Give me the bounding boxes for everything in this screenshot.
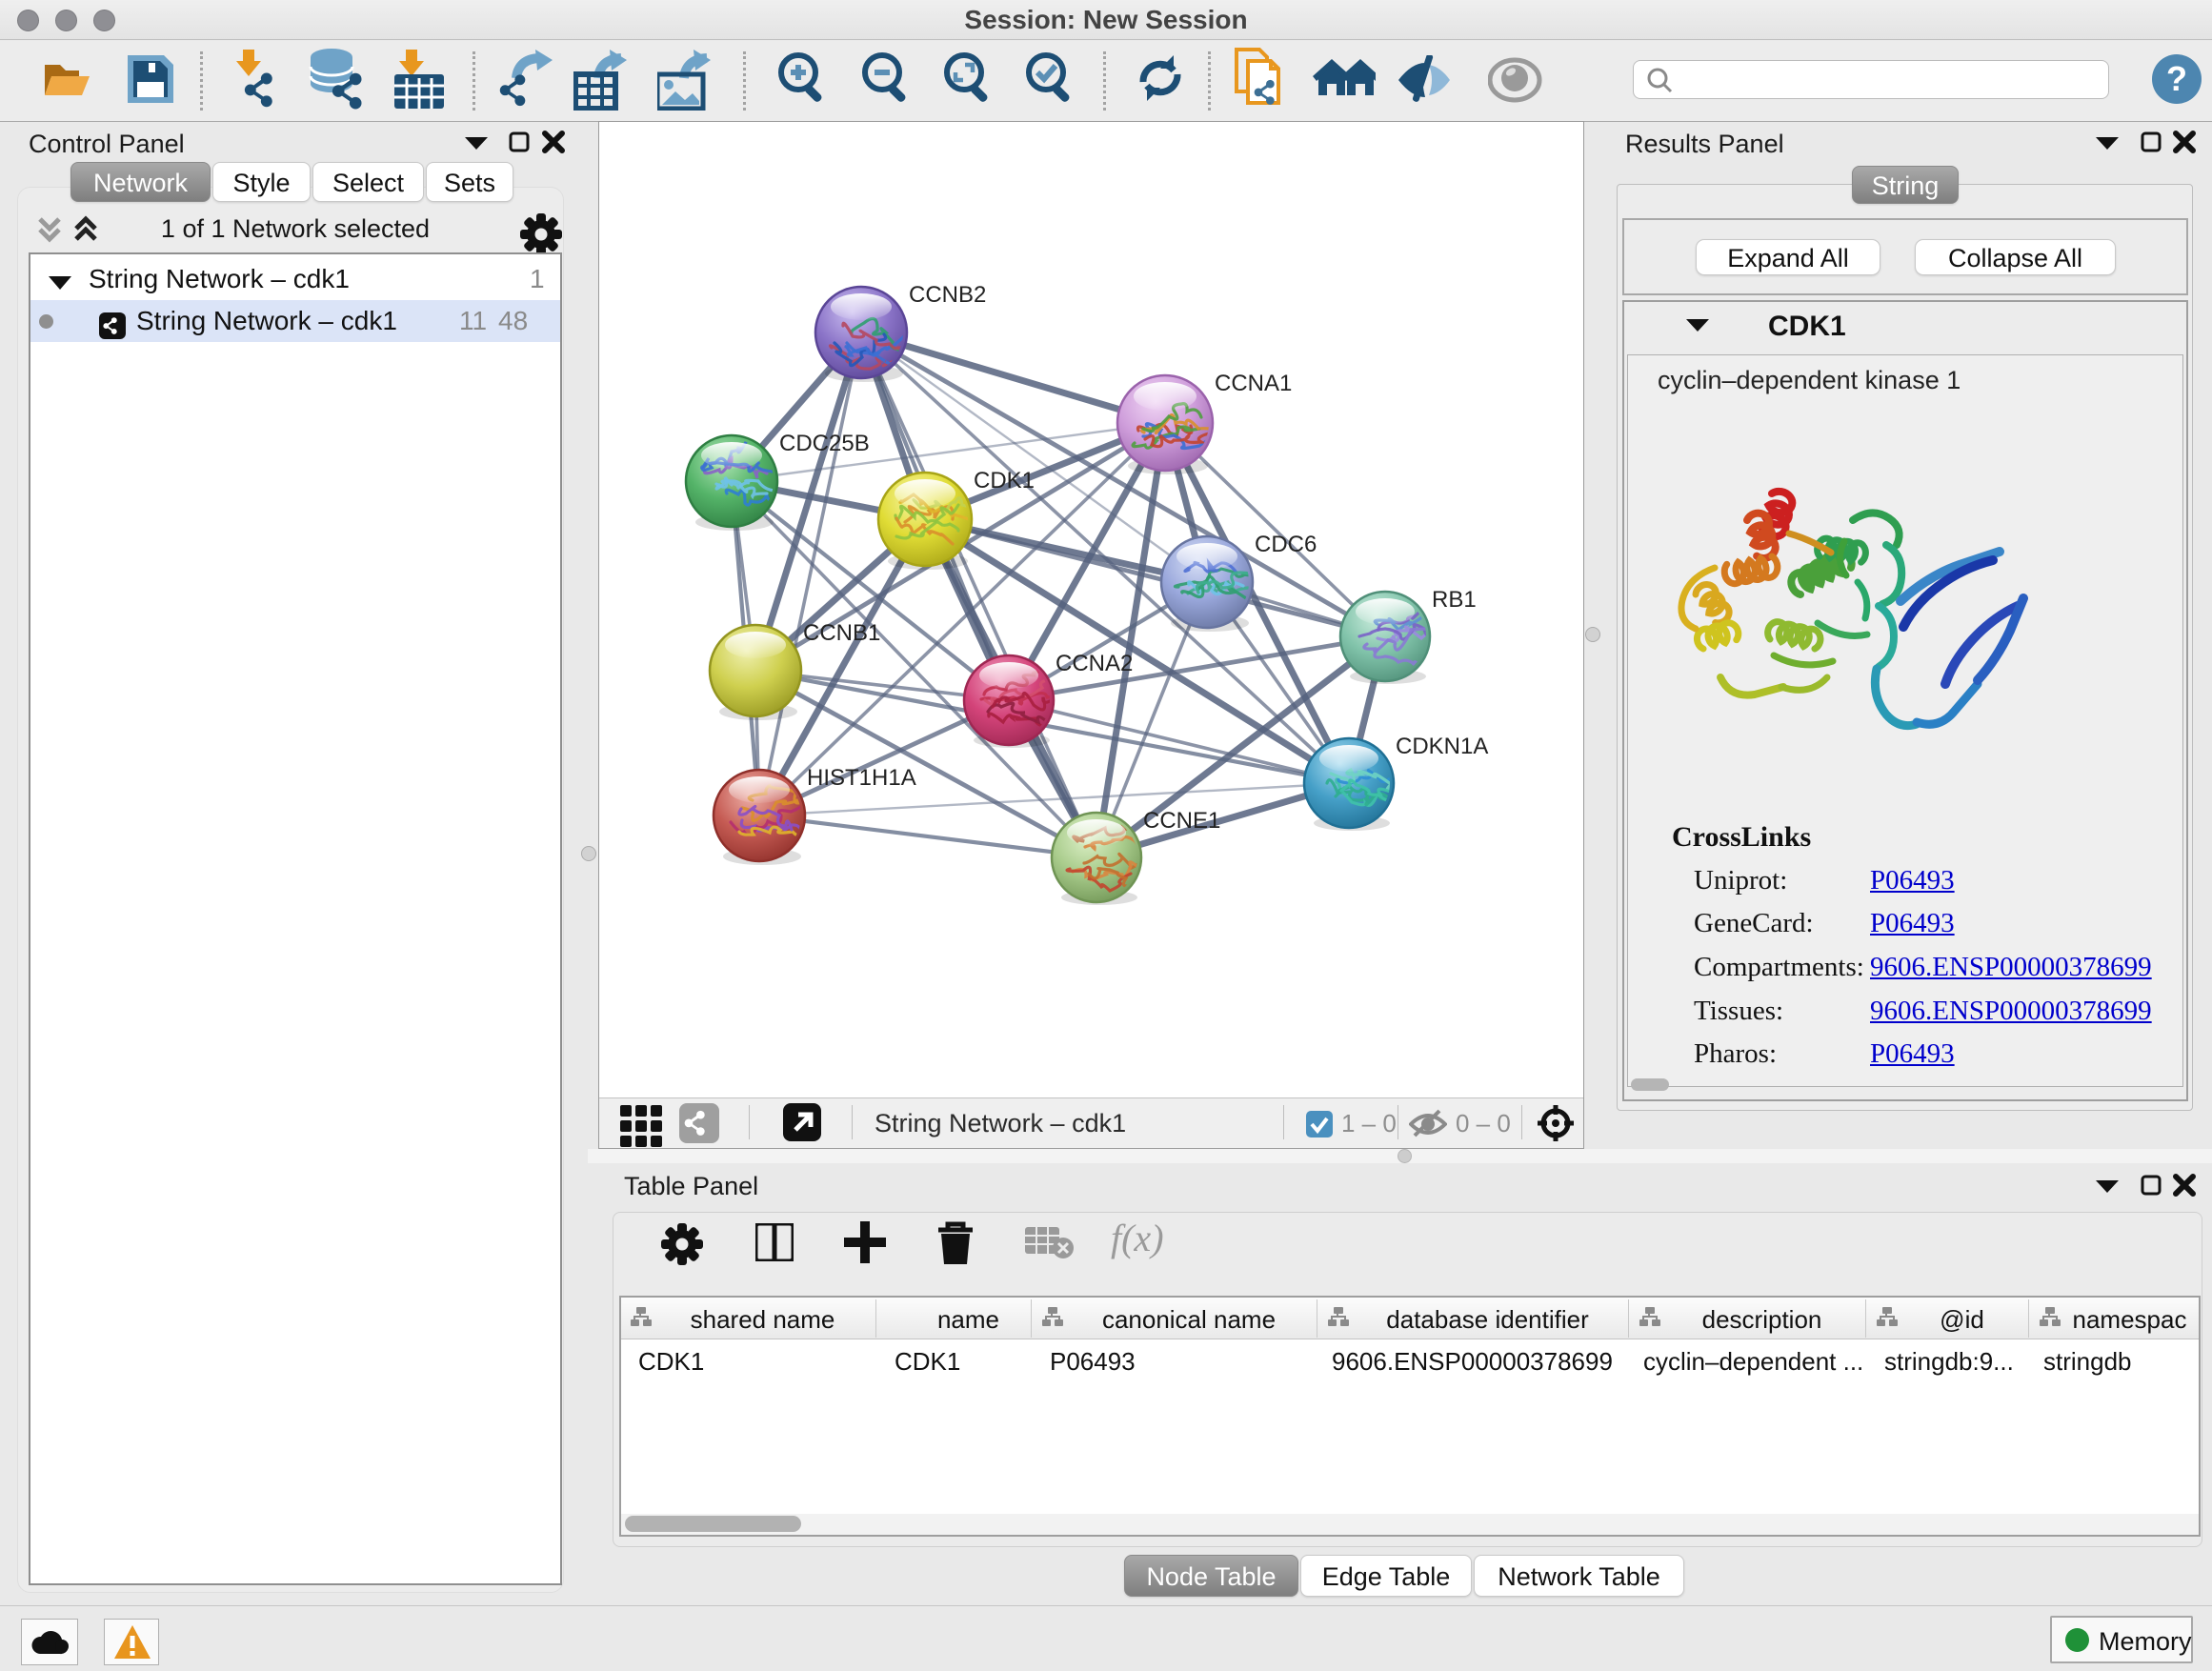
svg-text:?: ? (2166, 59, 2187, 98)
svg-text:CCNB2: CCNB2 (909, 282, 986, 308)
svg-text:CCNA1: CCNA1 (1215, 371, 1292, 396)
svg-text:CDC25B: CDC25B (779, 431, 870, 456)
svg-text:CDK1: CDK1 (974, 468, 1035, 493)
svg-text:HIST1H1A: HIST1H1A (807, 765, 916, 791)
svg-text:CCNA2: CCNA2 (1056, 651, 1133, 676)
svg-text:CDC6: CDC6 (1255, 532, 1317, 557)
svg-text:RB1: RB1 (1432, 587, 1477, 613)
svg-text:CCNE1: CCNE1 (1143, 808, 1220, 834)
svg-text:CCNB1: CCNB1 (803, 620, 880, 646)
svg-text:CDKN1A: CDKN1A (1396, 734, 1488, 759)
